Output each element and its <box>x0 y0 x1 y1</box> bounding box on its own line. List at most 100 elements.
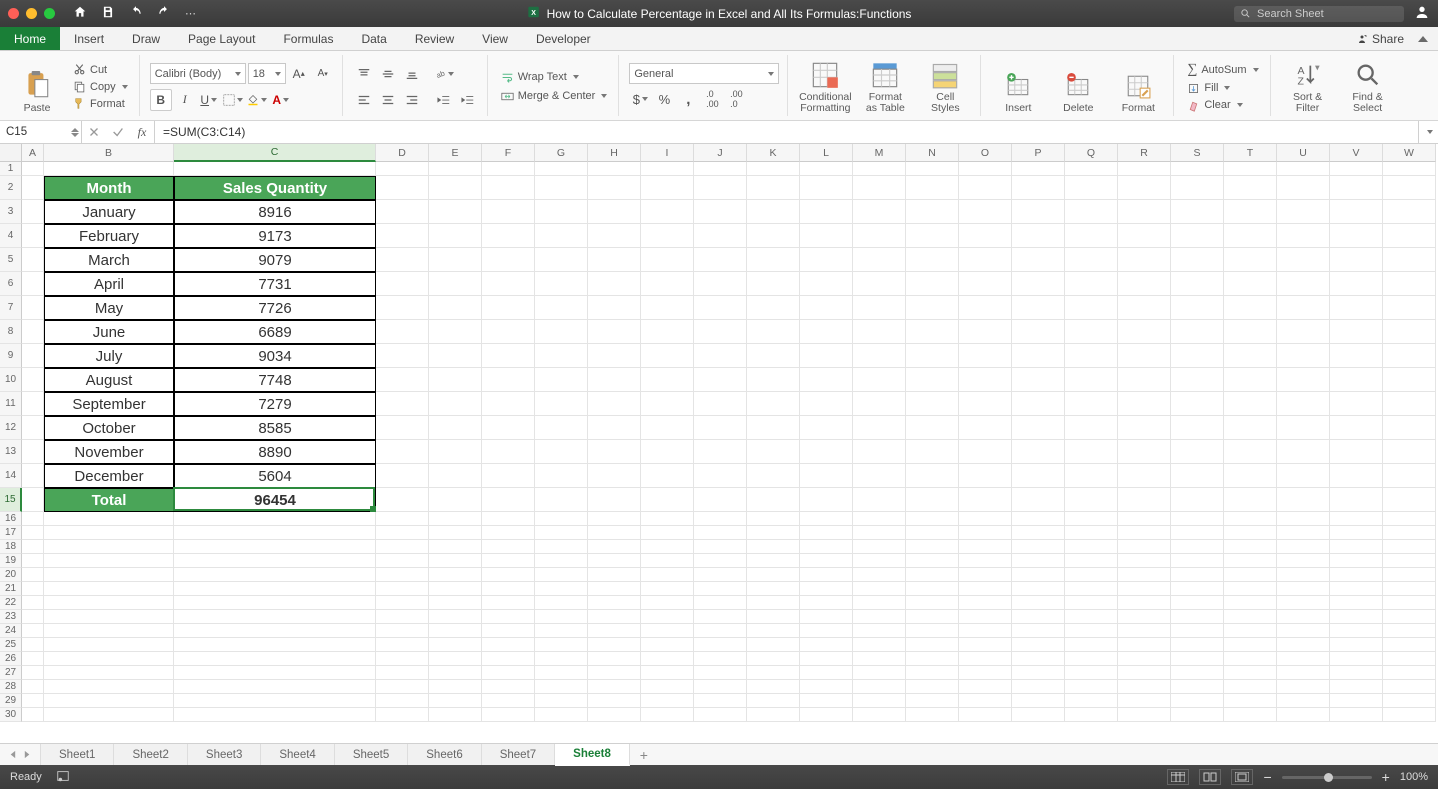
cell-S19[interactable] <box>1171 554 1224 568</box>
cell-W4[interactable] <box>1383 224 1436 248</box>
cell-J6[interactable] <box>694 272 747 296</box>
cell-N12[interactable] <box>906 416 959 440</box>
cell-L3[interactable] <box>800 200 853 224</box>
cell-Q9[interactable] <box>1065 344 1118 368</box>
cell-V21[interactable] <box>1330 582 1383 596</box>
cell-L20[interactable] <box>800 568 853 582</box>
cell-R1[interactable] <box>1118 162 1171 176</box>
cell-D18[interactable] <box>376 540 429 554</box>
row-header-19[interactable]: 19 <box>0 554 22 568</box>
copy-button[interactable]: Copy <box>70 79 131 94</box>
row-header-18[interactable]: 18 <box>0 540 22 554</box>
cell-L27[interactable] <box>800 666 853 680</box>
cell-V1[interactable] <box>1330 162 1383 176</box>
cell-D14[interactable] <box>376 464 429 488</box>
cell-V6[interactable] <box>1330 272 1383 296</box>
cell-I8[interactable] <box>641 320 694 344</box>
cell-U4[interactable] <box>1277 224 1330 248</box>
cell-W27[interactable] <box>1383 666 1436 680</box>
cell-S1[interactable] <box>1171 162 1224 176</box>
autosum-button[interactable]: ∑AutoSum <box>1184 61 1261 79</box>
tab-formulas[interactable]: Formulas <box>269 27 347 50</box>
cell-I16[interactable] <box>641 512 694 526</box>
row-header-16[interactable]: 16 <box>0 512 22 526</box>
cell-D19[interactable] <box>376 554 429 568</box>
cell-A2[interactable] <box>22 176 44 200</box>
cell-T25[interactable] <box>1224 638 1277 652</box>
name-box[interactable]: C15 <box>0 121 82 143</box>
macro-record-icon[interactable] <box>56 769 70 786</box>
cell-R2[interactable] <box>1118 176 1171 200</box>
cell-P10[interactable] <box>1012 368 1065 392</box>
row-header-6[interactable]: 6 <box>0 272 22 296</box>
cell-N24[interactable] <box>906 624 959 638</box>
cell-O12[interactable] <box>959 416 1012 440</box>
cell-W13[interactable] <box>1383 440 1436 464</box>
cell-B1[interactable] <box>44 162 174 176</box>
cell-D16[interactable] <box>376 512 429 526</box>
cell-Q13[interactable] <box>1065 440 1118 464</box>
tab-view[interactable]: View <box>468 27 522 50</box>
cell-J23[interactable] <box>694 610 747 624</box>
cell-K7[interactable] <box>747 296 800 320</box>
row-header-26[interactable]: 26 <box>0 652 22 666</box>
cell-I3[interactable] <box>641 200 694 224</box>
cell-F28[interactable] <box>482 680 535 694</box>
cell-J9[interactable] <box>694 344 747 368</box>
cell-H19[interactable] <box>588 554 641 568</box>
zoom-out-button[interactable]: − <box>1263 769 1271 785</box>
cell-R8[interactable] <box>1118 320 1171 344</box>
cell-F9[interactable] <box>482 344 535 368</box>
cell-I22[interactable] <box>641 596 694 610</box>
cell-N25[interactable] <box>906 638 959 652</box>
cell-M17[interactable] <box>853 526 906 540</box>
cell-M28[interactable] <box>853 680 906 694</box>
cell-P6[interactable] <box>1012 272 1065 296</box>
paste-button[interactable]: Paste <box>10 57 64 116</box>
cell-J12[interactable] <box>694 416 747 440</box>
font-name-select[interactable]: Calibri (Body) <box>150 63 246 84</box>
cancel-formula-button[interactable] <box>82 121 106 143</box>
collapse-ribbon-icon[interactable] <box>1418 36 1428 42</box>
cell-V9[interactable] <box>1330 344 1383 368</box>
cell-V20[interactable] <box>1330 568 1383 582</box>
cell-S30[interactable] <box>1171 708 1224 722</box>
cell-B21[interactable] <box>44 582 174 596</box>
cell-P14[interactable] <box>1012 464 1065 488</box>
cell-O9[interactable] <box>959 344 1012 368</box>
tab-developer[interactable]: Developer <box>522 27 605 50</box>
cell-N20[interactable] <box>906 568 959 582</box>
row-header-20[interactable]: 20 <box>0 568 22 582</box>
cell-I15[interactable] <box>641 488 694 512</box>
cell-P27[interactable] <box>1012 666 1065 680</box>
cell-R28[interactable] <box>1118 680 1171 694</box>
cell-W3[interactable] <box>1383 200 1436 224</box>
cell-L26[interactable] <box>800 652 853 666</box>
cell-B14[interactable]: December <box>44 464 174 488</box>
cell-U27[interactable] <box>1277 666 1330 680</box>
cell-J19[interactable] <box>694 554 747 568</box>
cell-C29[interactable] <box>174 694 376 708</box>
cell-G20[interactable] <box>535 568 588 582</box>
cell-H7[interactable] <box>588 296 641 320</box>
cell-U11[interactable] <box>1277 392 1330 416</box>
cell-K10[interactable] <box>747 368 800 392</box>
cell-E3[interactable] <box>429 200 482 224</box>
cell-E16[interactable] <box>429 512 482 526</box>
cell-M5[interactable] <box>853 248 906 272</box>
column-header-P[interactable]: P <box>1012 144 1065 162</box>
cell-R23[interactable] <box>1118 610 1171 624</box>
sheet-tab-sheet2[interactable]: Sheet2 <box>114 744 187 765</box>
cell-S25[interactable] <box>1171 638 1224 652</box>
cell-S12[interactable] <box>1171 416 1224 440</box>
cell-C30[interactable] <box>174 708 376 722</box>
cell-J18[interactable] <box>694 540 747 554</box>
cell-V4[interactable] <box>1330 224 1383 248</box>
cell-G18[interactable] <box>535 540 588 554</box>
tab-page-layout[interactable]: Page Layout <box>174 27 269 50</box>
cell-E6[interactable] <box>429 272 482 296</box>
cell-N14[interactable] <box>906 464 959 488</box>
cell-G21[interactable] <box>535 582 588 596</box>
cell-E9[interactable] <box>429 344 482 368</box>
expand-formula-bar-button[interactable] <box>1418 121 1438 143</box>
